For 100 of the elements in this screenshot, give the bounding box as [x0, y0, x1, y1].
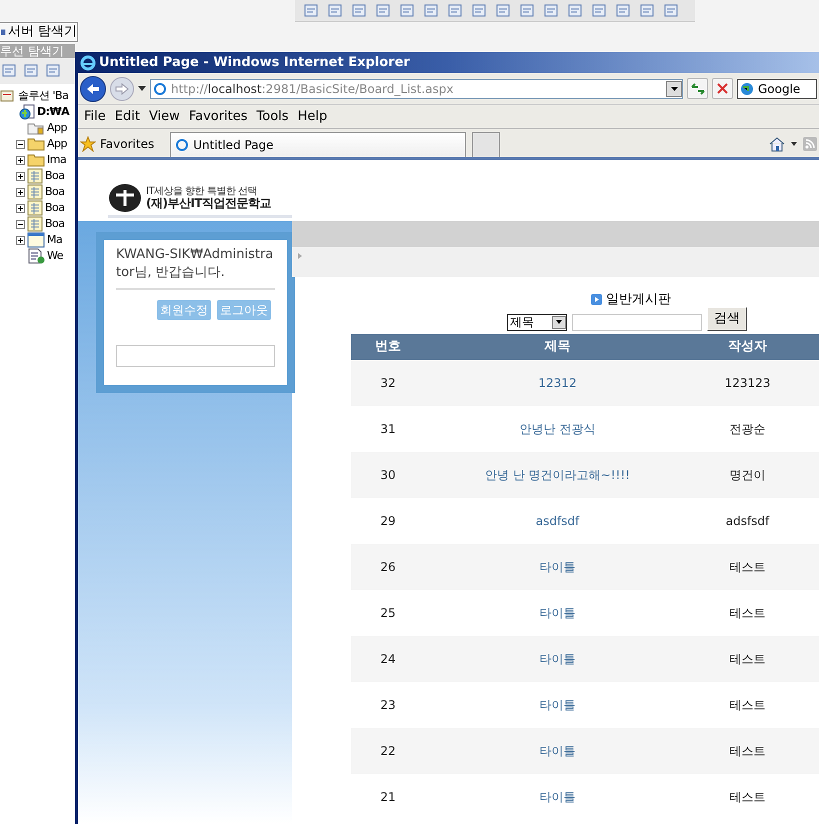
caret-icon[interactable] — [791, 142, 797, 146]
column-header[interactable]: 제목 — [425, 337, 690, 357]
forward-arrow-icon — [115, 82, 129, 94]
server-explorer-tab[interactable]: 서버 탐색기 — [0, 22, 78, 42]
search-field[interactable]: Google — [737, 78, 817, 98]
board-title: 일반게시판 — [606, 290, 671, 309]
tree-item[interactable]: Ima — [47, 152, 66, 168]
table-cell-text: 26 — [379, 559, 397, 576]
school-logo[interactable]: IT세상을 향한 특별한 선택 (재)부산IT직업전문학교 — [108, 183, 292, 218]
tree-toggle[interactable] — [16, 204, 25, 212]
post-title-link[interactable]: 타이틀 — [425, 696, 690, 714]
folder-icon — [27, 121, 45, 135]
address-dropdown[interactable] — [666, 80, 682, 96]
table-cell-text: 테스트 — [728, 651, 766, 668]
search-button[interactable]: 검색 — [707, 307, 747, 331]
table-cell-text: 25 — [379, 605, 397, 622]
favorites-button[interactable]: Favorites — [100, 135, 154, 153]
feed-icon[interactable] — [803, 137, 817, 151]
column-header[interactable]: 번호 — [351, 337, 425, 357]
triangle-icon — [298, 253, 302, 259]
address-field[interactable]: http://localhost:2981/BasicSite/Board_List.aspx — [150, 78, 683, 98]
form-icon — [27, 184, 43, 200]
table-cell-text: 테스트 — [728, 697, 766, 714]
solution-icon — [0, 89, 16, 103]
post-title-link[interactable]: 안녕 난 명건이라고해~!!!! — [425, 466, 690, 484]
table-cell-text: 테스트 — [728, 559, 766, 576]
tree-item[interactable]: Ma — [47, 232, 62, 248]
caret-icon — [670, 86, 678, 90]
back-arrow-icon — [86, 82, 100, 94]
post-title-link[interactable]: asdfsdf — [425, 512, 690, 530]
tree-toggle[interactable] — [16, 172, 25, 180]
page-globe-icon — [27, 248, 45, 264]
menu-item[interactable]: Help — [294, 106, 332, 126]
table-cell-text: 23 — [379, 697, 397, 714]
close-icon — [717, 83, 728, 94]
search-input-field[interactable] — [572, 314, 702, 330]
star-icon — [80, 136, 96, 152]
tree-item[interactable]: Boa — [45, 200, 65, 216]
tree-item[interactable]: D:₩A — [37, 104, 70, 120]
browser-logo-icon — [80, 54, 96, 70]
tree-item[interactable]: Boa — [45, 168, 65, 184]
menu-item[interactable]: File — [80, 106, 110, 126]
menu-item[interactable]: Edit — [110, 106, 144, 126]
logo-name: (재)부산IT직업전문학교 — [146, 197, 272, 209]
globe-icon — [740, 82, 754, 96]
folder-icon — [27, 137, 45, 151]
back-button[interactable] — [80, 76, 106, 102]
stop-button[interactable] — [712, 78, 733, 99]
tree-toggle[interactable] — [16, 220, 25, 228]
dropdown-caret-icon[interactable] — [138, 86, 146, 91]
table-cell-text: 123123 — [724, 375, 772, 392]
play-icon — [591, 294, 602, 305]
table-cell-text: 테스트 — [728, 605, 766, 622]
tree-item[interactable]: We — [47, 248, 63, 264]
search-type-select[interactable]: 제목 — [507, 314, 567, 330]
home-icon[interactable] — [769, 136, 785, 152]
tree-item[interactable]: App — [47, 120, 67, 136]
post-title-link[interactable]: 타이틀 — [425, 650, 690, 668]
browser-tab[interactable]: Untitled Page — [170, 132, 466, 157]
table-cell-text: 명건이 — [728, 467, 766, 484]
menu-item[interactable]: Favorites — [184, 106, 252, 126]
new-tab-button[interactable] — [472, 132, 500, 157]
tree-item[interactable]: App — [47, 136, 67, 152]
logo-tagline: IT세상을 향한 특별한 선택 — [146, 187, 258, 197]
tree-toggle[interactable] — [16, 188, 25, 196]
table-cell-text: 테스트 — [728, 743, 766, 760]
tree-item[interactable]: Boa — [45, 216, 65, 232]
table-cell-text: 31 — [379, 421, 397, 438]
post-title-link[interactable]: 타이틀 — [425, 788, 690, 806]
column-header[interactable]: 작성자 — [690, 337, 805, 357]
emblem-icon — [108, 183, 142, 213]
greeting-text: KWANG-SIK₩Administrator님, 반갑습니다. — [116, 246, 275, 290]
post-title-link[interactable]: 타이틀 — [425, 742, 690, 760]
globe-page-icon — [19, 104, 35, 120]
tree-item[interactable]: 솔루션 'Ba — [18, 88, 68, 104]
post-title-link[interactable]: 안녕난 전광식 — [425, 420, 690, 438]
form-icon — [27, 216, 43, 232]
post-title-link[interactable]: 타이틀 — [425, 604, 690, 622]
caret-icon — [556, 320, 562, 324]
login-input-field[interactable] — [116, 345, 275, 367]
table-cell-text: 32 — [379, 375, 397, 392]
form-icon — [27, 200, 43, 216]
post-title-link[interactable]: 12312 — [425, 374, 690, 392]
table-cell-text: 테스트 — [728, 789, 766, 806]
table-cell-text: 29 — [379, 513, 397, 530]
table-cell-text: 전광순 — [728, 421, 766, 438]
tree-toggle[interactable] — [16, 140, 25, 148]
folder-icon — [27, 153, 45, 167]
table-cell-text: 22 — [379, 743, 397, 760]
tree-toggle[interactable] — [16, 156, 25, 164]
table-cell-text: 21 — [379, 789, 397, 806]
menu-item[interactable]: View — [144, 106, 184, 126]
table-cell-text: 24 — [379, 651, 397, 668]
solution-explorer-header: 루선 탐색기 — [0, 44, 75, 58]
tree-item[interactable]: Boa — [45, 184, 65, 200]
page-icon — [175, 138, 190, 152]
tree-toggle[interactable] — [16, 236, 25, 244]
refresh-button[interactable] — [687, 78, 708, 99]
menu-item[interactable]: Tools — [252, 106, 293, 126]
post-title-link[interactable]: 타이틀 — [425, 558, 690, 576]
